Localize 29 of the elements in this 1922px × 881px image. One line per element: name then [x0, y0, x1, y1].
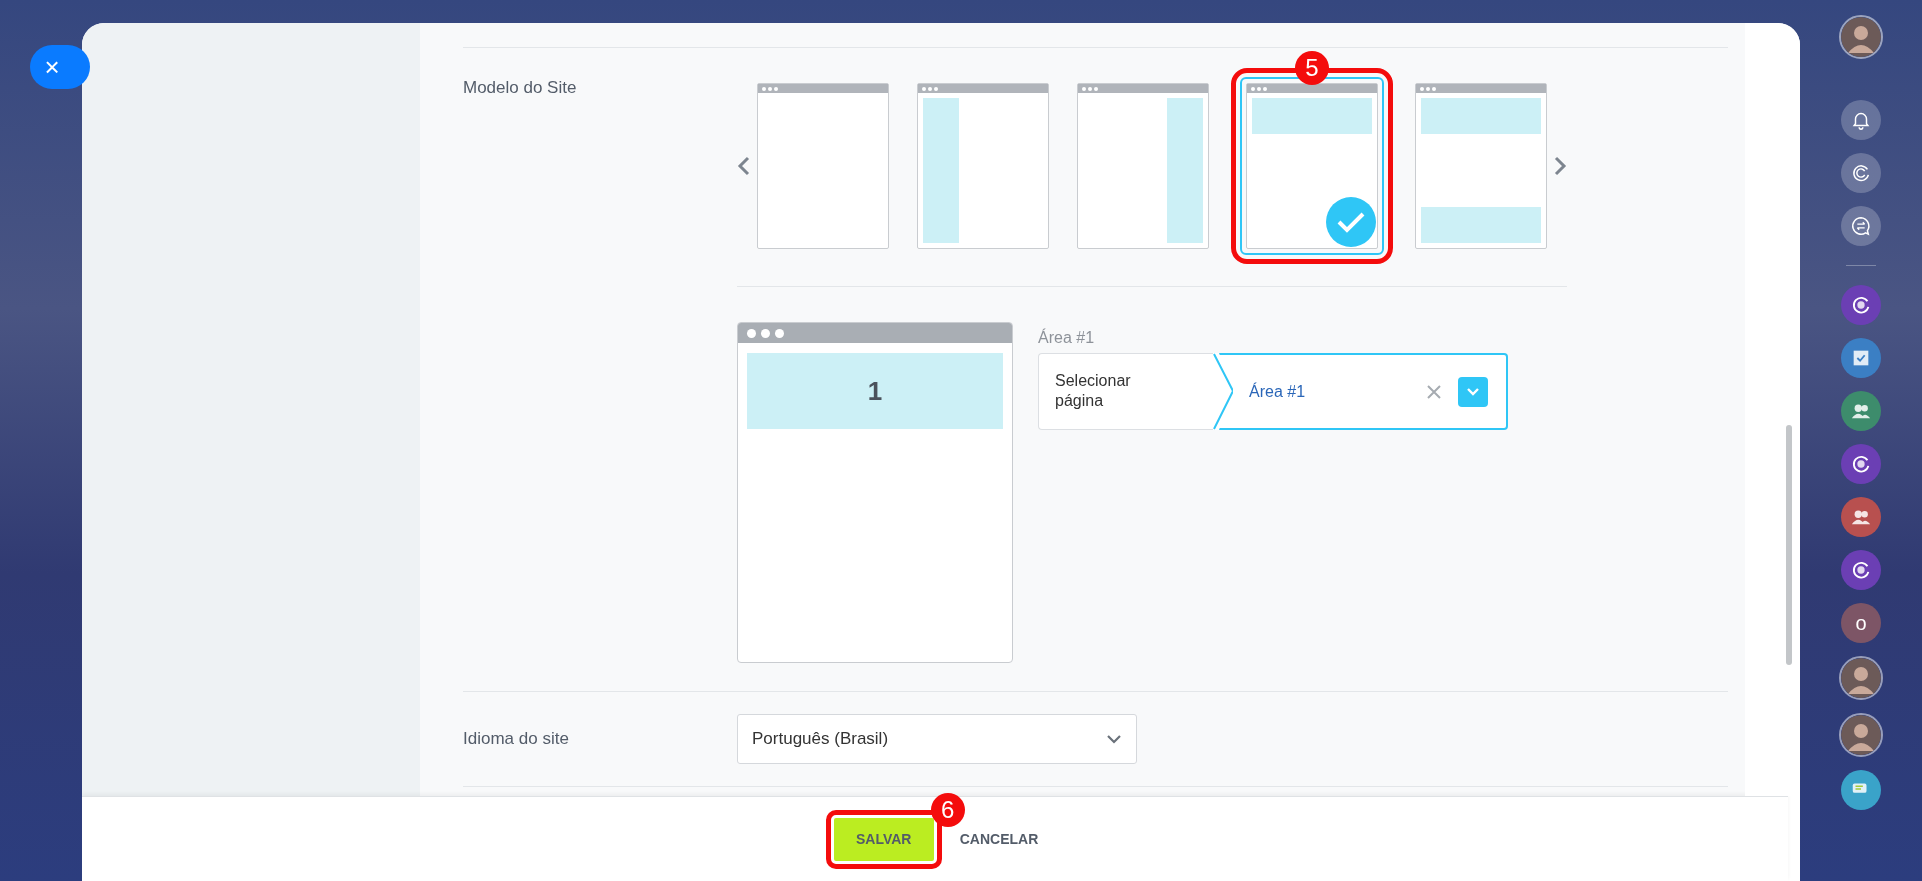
avatar[interactable]	[1839, 713, 1883, 757]
sync-icon[interactable]	[1841, 550, 1881, 590]
contact-avatar[interactable]: o	[1841, 603, 1881, 643]
avatar[interactable]	[1839, 656, 1883, 700]
field-label: Idioma do site	[463, 729, 570, 749]
chevron-down-icon	[1106, 734, 1122, 744]
save-button[interactable]: SALVAR	[833, 817, 934, 861]
sync-icon[interactable]	[1841, 285, 1881, 325]
field-notch-icon	[1213, 353, 1233, 430]
area-number: 1	[867, 375, 883, 407]
field-label: Modelo do Site	[463, 77, 578, 99]
language-select[interactable]: Português (Brasil)	[737, 714, 1137, 764]
chat-icon[interactable]	[1841, 770, 1881, 810]
people-icon[interactable]	[1841, 497, 1881, 537]
chevron-down-icon	[1466, 386, 1480, 397]
checkmark-icon	[1326, 197, 1376, 247]
people-icon[interactable]	[1841, 391, 1881, 431]
chat-icon[interactable]	[1841, 206, 1881, 246]
step-number-badge: 5	[1295, 51, 1329, 85]
sync-icon[interactable]	[1841, 153, 1881, 193]
chevron-right-icon[interactable]	[1553, 155, 1567, 177]
sync-icon[interactable]	[1841, 444, 1881, 484]
notifications-icon[interactable]	[1841, 100, 1881, 140]
scrollbar[interactable]	[1786, 425, 1792, 665]
avatar[interactable]	[1839, 15, 1883, 59]
task-icon[interactable]	[1841, 338, 1881, 378]
close-button[interactable]: ×	[30, 45, 90, 89]
area-label: Área #1	[1038, 329, 1096, 347]
chevron-left-icon[interactable]	[737, 155, 751, 177]
